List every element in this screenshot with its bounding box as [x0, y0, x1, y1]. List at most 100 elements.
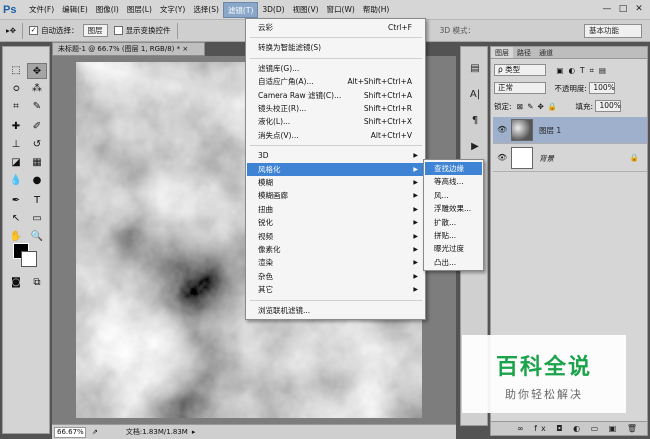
filter-menu-item[interactable]: 扭曲 ▶	[247, 203, 424, 216]
stylize-menu-item[interactable]: 曝光过度	[425, 242, 482, 255]
layer-row-background[interactable]: 👁 背景 🔒	[493, 145, 647, 172]
filter-menu-item[interactable]: 转换为智能滤镜(S)	[247, 41, 424, 54]
lasso-tool-icon[interactable]: ഠ	[6, 81, 26, 97]
fill-field[interactable]: 100%	[595, 100, 622, 112]
filter-menu-item[interactable]: 消失点(V)... Alt+Ctrl+V	[247, 129, 424, 142]
menu-6[interactable]: 滤镜(T)	[222, 1, 259, 18]
tab-paths[interactable]: 路径	[513, 47, 535, 58]
screen-mode-icon[interactable]: ⧉	[27, 275, 47, 291]
layer-row-1[interactable]: 👁 图层 1	[493, 117, 647, 144]
filter-icons[interactable]: ▣◐T⌗▤	[556, 66, 611, 75]
auto-select-label: 自动选择：	[41, 26, 79, 35]
workspace-dropdown[interactable]: 基本功能	[584, 24, 642, 38]
paragraph-panel-icon[interactable]: ¶	[465, 113, 485, 129]
crop-tool-icon[interactable]: ⌗	[6, 99, 26, 115]
blur-tool-icon[interactable]: 💧	[6, 173, 26, 189]
filter-menu-item[interactable]: 浏览联机滤镜...	[247, 304, 424, 317]
menu-item-label: 自适应广角(A)...	[258, 77, 314, 87]
watermark-title: 百科全说	[495, 355, 592, 380]
move-tool-preset-icon[interactable]: ▸✥	[6, 26, 16, 35]
menu-5[interactable]: 选择(S)	[189, 2, 223, 18]
gradient-tool-icon[interactable]: ▦	[27, 155, 47, 171]
close-document-icon[interactable]: ×	[182, 45, 188, 53]
menu-item-label: 风格化	[258, 164, 281, 174]
menu-1[interactable]: 编辑(E)	[58, 2, 92, 18]
eraser-tool-icon[interactable]: ◪	[6, 155, 26, 171]
menu-8[interactable]: 视图(V)	[289, 2, 323, 18]
path-select-tool-icon[interactable]: ↖	[6, 211, 26, 227]
filter-menu-item[interactable]: 渲染 ▶	[247, 256, 424, 269]
menu-0[interactable]: 文件(F)	[25, 2, 58, 18]
menu-10[interactable]: 帮助(H)	[359, 2, 394, 18]
filter-menu-item[interactable]: 视频 ▶	[247, 230, 424, 243]
filter-menu-item[interactable]: 云彩 Ctrl+F	[247, 21, 424, 34]
filter-menu-item[interactable]: 风格化 ▶	[247, 162, 424, 176]
zoom-field[interactable]: 66.67%	[54, 426, 86, 438]
healing-tool-icon[interactable]: ✚	[6, 119, 26, 135]
marquee-tool-icon[interactable]: ⬚	[6, 63, 26, 79]
zoom-tool-icon[interactable]: 🔍	[27, 229, 47, 245]
submenu-arrow-icon: ▶	[413, 272, 418, 280]
filter-menu-item[interactable]: 其它 ▶	[247, 283, 424, 296]
quick-mask-icon[interactable]: ◙	[6, 275, 26, 291]
character-panel-icon[interactable]: A|	[465, 87, 485, 103]
stylize-menu-item[interactable]: 风...	[425, 189, 482, 202]
menu-7[interactable]: 3D(D)	[258, 2, 288, 18]
filter-menu-item[interactable]: 模糊 ▶	[247, 176, 424, 189]
move-tool-icon[interactable]: ✥	[27, 63, 47, 79]
filter-menu-item[interactable]: 杂色 ▶	[247, 270, 424, 283]
visibility-eye-icon[interactable]: 👁	[497, 125, 507, 134]
stylize-menu-item[interactable]: 凸出...	[425, 256, 482, 269]
visibility-eye-icon[interactable]: 👁	[497, 153, 507, 162]
actions-play-icon[interactable]: ▶	[465, 139, 485, 155]
blend-mode-dropdown[interactable]: 正常	[494, 82, 546, 94]
filter-menu-item[interactable]: 滤镜库(G)...	[247, 62, 424, 75]
stamp-tool-icon[interactable]: ⊥	[6, 137, 26, 153]
stylize-menu-item[interactable]: 浮雕效果...	[425, 202, 482, 215]
lock-icon: 🔒	[629, 153, 639, 162]
type-tool-icon[interactable]: T	[27, 193, 47, 209]
filter-menu-item[interactable]: 锐化 ▶	[247, 216, 424, 229]
kind-filter-dropdown[interactable]: ρ 类型	[494, 64, 546, 76]
document-tab[interactable]: 未标题-1 @ 66.7% (图层 1, RGB/8) * ×	[52, 42, 205, 56]
export-icon[interactable]: ⇗	[92, 428, 98, 436]
show-transform-checkbox[interactable]	[113, 26, 123, 35]
brush-tool-icon[interactable]: ✐	[27, 119, 47, 135]
close-window-button[interactable]: ✕	[630, 2, 648, 16]
filter-menu-item[interactable]: 模糊画廊 ▶	[247, 189, 424, 202]
layers-footer-icons[interactable]: ∞ fx ◘ ◐ ▭ ▣ 🗑	[491, 421, 647, 435]
menu-2[interactable]: 图像(I)	[92, 2, 123, 18]
auto-select-checkbox[interactable]: ✓	[29, 26, 39, 35]
filter-menu-item[interactable]: Camera Raw 滤镜(C)... Shift+Ctrl+A	[247, 89, 424, 102]
eyedropper-tool-icon[interactable]: ✎	[27, 99, 47, 115]
history-brush-tool-icon[interactable]: ↺	[27, 137, 47, 153]
menu-separator	[250, 145, 422, 147]
dodge-tool-icon[interactable]: ●	[27, 173, 47, 189]
filter-menu-item[interactable]: 3D ▶	[247, 149, 424, 162]
stylize-menu-item[interactable]: 拼贴...	[425, 229, 482, 242]
auto-select-target-dropdown[interactable]: 图层	[82, 24, 108, 37]
filter-menu-item[interactable]: 镜头校正(R)... Shift+Ctrl+R	[247, 102, 424, 115]
shape-tool-icon[interactable]: ▭	[27, 211, 47, 227]
stylize-menu-item[interactable]: 等高线...	[425, 175, 482, 188]
stylize-menu-item[interactable]: 扩散...	[425, 216, 482, 229]
filter-menu-item[interactable]: 自适应广角(A)... Alt+Shift+Ctrl+A	[247, 75, 424, 88]
tab-layers[interactable]: 图层	[491, 47, 513, 58]
menu-item-label: 滤镜库(G)...	[258, 63, 300, 73]
menu-4[interactable]: 文字(Y)	[156, 2, 189, 18]
menu-9[interactable]: 窗口(W)	[323, 2, 359, 18]
background-color-swatch[interactable]	[21, 251, 37, 267]
status-arrow-icon[interactable]: ▸	[192, 428, 196, 436]
pen-tool-icon[interactable]: ✒	[6, 193, 26, 209]
magic-wand-tool-icon[interactable]: ⁂	[27, 81, 47, 97]
history-panel-icon[interactable]: ▤	[465, 61, 485, 77]
menu-item-label: 云彩	[258, 23, 273, 32]
filter-menu-item[interactable]: 液化(L)... Shift+Ctrl+X	[247, 115, 424, 128]
filter-menu-item[interactable]: 像素化 ▶	[247, 243, 424, 256]
opacity-field[interactable]: 100%	[589, 82, 616, 94]
menu-3[interactable]: 图层(L)	[123, 2, 156, 18]
lock-icons[interactable]: ⊠✎✥🔒	[517, 102, 561, 111]
layer-name: 背景	[539, 154, 554, 163]
stylize-menu-item[interactable]: 查找边缘	[425, 162, 482, 175]
tab-channels[interactable]: 通道	[535, 47, 557, 58]
